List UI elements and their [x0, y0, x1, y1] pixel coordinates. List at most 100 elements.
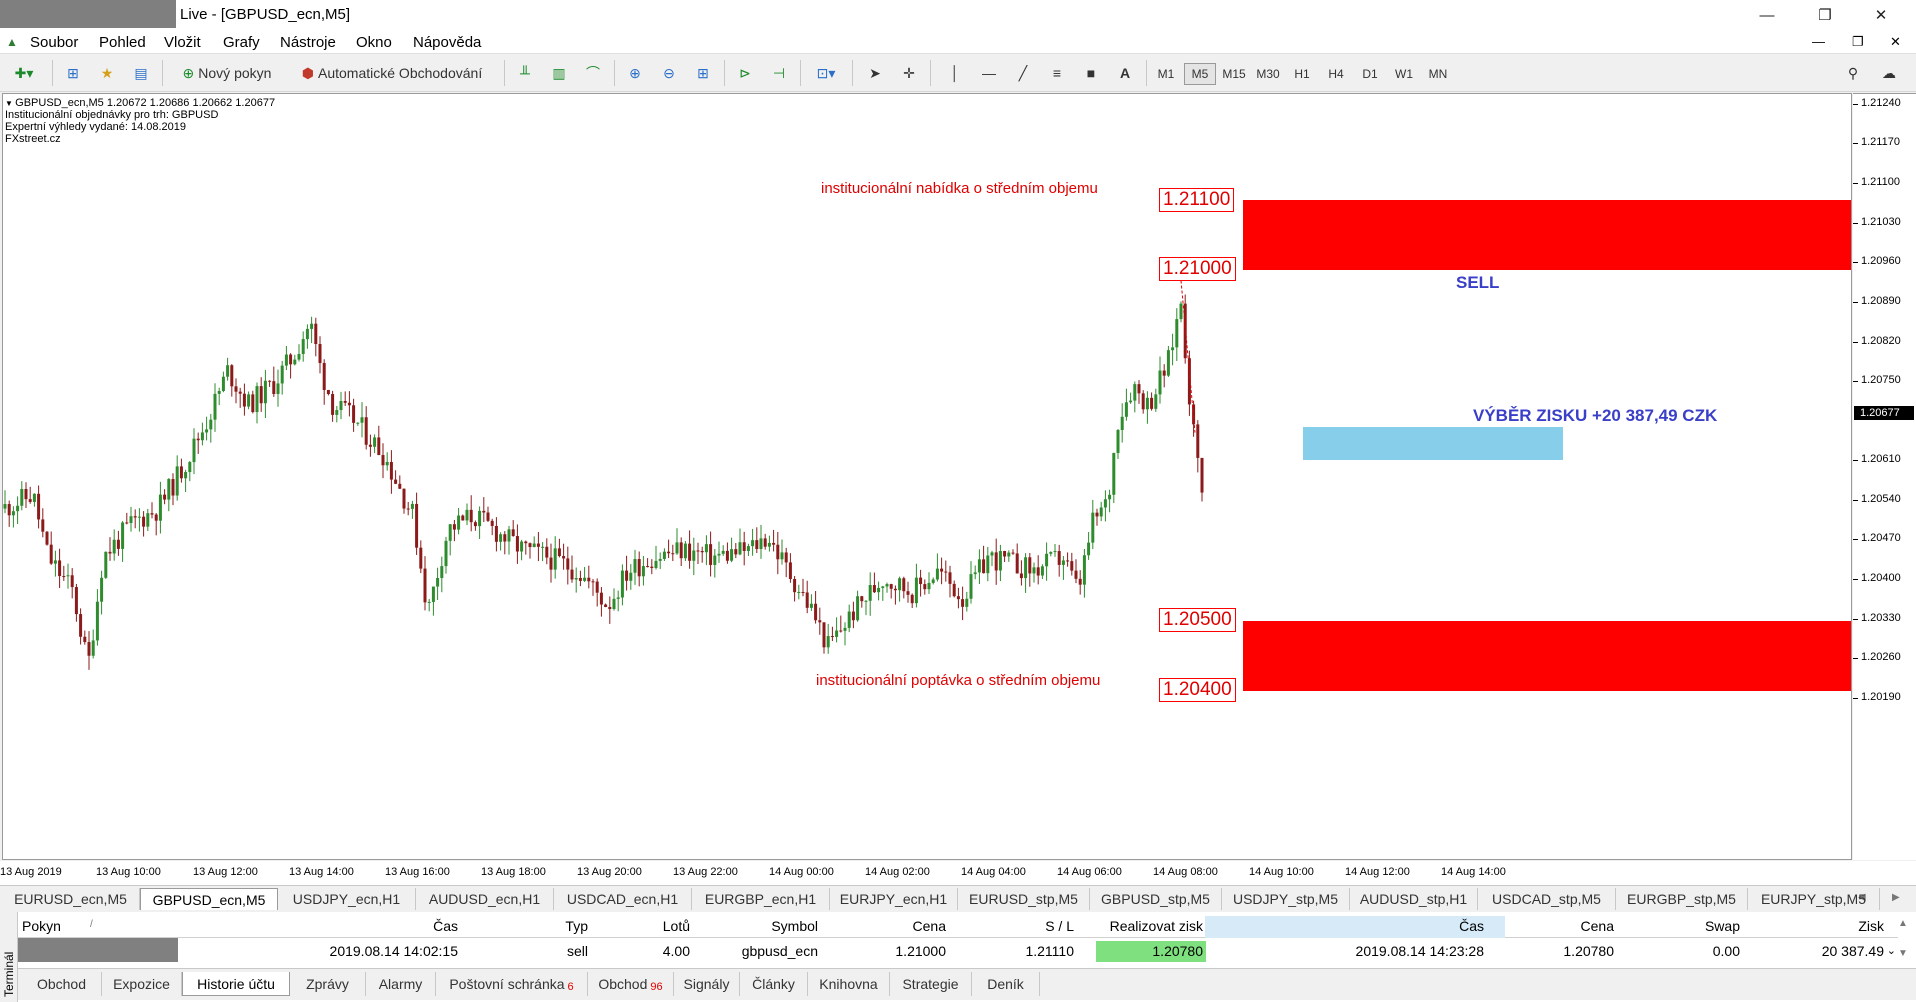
menu-nastroje[interactable]: Nástroje [280, 34, 336, 51]
app-menu-icon[interactable]: ▲ [6, 35, 18, 49]
bar-chart-icon[interactable]: ╨ [512, 61, 538, 85]
terminal-tab[interactable]: Zprávy [290, 972, 366, 996]
symbol-tab[interactable]: USDJPY_ecn,H1 [278, 888, 416, 910]
auto-trading-button[interactable]: ⬢ Automatické Obchodování [288, 61, 496, 85]
channel-icon[interactable]: ≡ [1044, 61, 1070, 85]
favorites-icon[interactable]: ★ [94, 61, 120, 85]
column-header[interactable]: Čas [433, 918, 458, 934]
chart-shift-icon[interactable]: ⊣ [766, 61, 792, 85]
symbol-tab[interactable]: USDCAD_stp,M5 [1478, 888, 1616, 910]
column-header[interactable]: Pokyn [22, 918, 61, 934]
minimize-button[interactable]: — [1744, 0, 1790, 30]
profiles-icon[interactable]: ⊞ [60, 61, 86, 85]
search-icon[interactable]: ⚲ [1840, 61, 1866, 85]
time-tick-label: 13 Aug 22:00 [673, 866, 738, 878]
column-header[interactable]: S / L [1045, 918, 1074, 934]
column-header[interactable]: Lotů [663, 918, 690, 934]
chat-icon[interactable]: ☁ [1876, 61, 1902, 85]
mdi-restore-icon[interactable]: ❐ [1852, 34, 1864, 50]
timeframe-m15[interactable]: M15 [1218, 63, 1250, 85]
symbol-tab[interactable]: USDJPY_stp,M5 [1222, 888, 1350, 910]
menu-okno[interactable]: Okno [356, 34, 392, 51]
terminal-tab[interactable]: Expozice [102, 972, 182, 996]
symbol-tab[interactable]: AUDUSD_ecn,H1 [416, 888, 554, 910]
timeframe-w1[interactable]: W1 [1388, 63, 1420, 85]
indicators-icon[interactable]: ⊡▾ [808, 61, 844, 85]
menu-pohled[interactable]: Pohled [99, 34, 146, 51]
new-chart-icon[interactable]: ✚▾ [6, 61, 42, 85]
terminal-tab[interactable]: Obchod [22, 972, 102, 996]
demand-bottom-level: 1.20400 [1159, 678, 1236, 702]
candlestick-icon[interactable]: ▥ [546, 61, 572, 85]
column-header[interactable]: Typ [565, 918, 588, 934]
terminal-tab[interactable]: Historie účtu [182, 972, 290, 996]
timeframe-h4[interactable]: H4 [1320, 63, 1352, 85]
new-order-button[interactable]: ⊕ Nový pokyn [170, 61, 284, 85]
terminal-tab[interactable]: Deník [972, 972, 1040, 996]
menu-grafy[interactable]: Grafy [223, 34, 260, 51]
terminal-tab[interactable]: Články [740, 972, 808, 996]
horizontal-line-icon[interactable]: — [976, 61, 1002, 85]
mdi-minimize-icon[interactable]: — [1812, 34, 1825, 49]
timeframe-m1[interactable]: M1 [1150, 63, 1182, 85]
trendline-icon[interactable]: ╱ [1010, 61, 1036, 85]
vertical-line-icon[interactable]: │ [942, 61, 968, 85]
tabs-scroll-right-icon[interactable]: ▶ [1892, 892, 1900, 903]
line-chart-icon[interactable]: ⌒ [580, 61, 606, 85]
timeframe-mn[interactable]: MN [1422, 63, 1454, 85]
menu-soubor[interactable]: Soubor [30, 34, 78, 51]
symbol-tab[interactable]: EURGBP_stp,M5 [1616, 888, 1748, 910]
time-tick-label: 14 Aug 02:00 [865, 866, 930, 878]
terminal-tab[interactable]: Poštovní schránka 6 [436, 972, 588, 996]
column-header[interactable]: Symbol [771, 918, 818, 934]
auto-scroll-icon[interactable]: ⊳ [732, 61, 758, 85]
table-row[interactable]: 2019.08.14 14:02:15 sell 4.00 gbpusd_ecn 1.2… [18, 940, 1898, 962]
symbol-tab[interactable]: EURGBP_ecn,H1 [692, 888, 830, 910]
zoom-out-icon[interactable]: ⊖ [656, 61, 682, 85]
tile-windows-icon[interactable]: ⊞ [690, 61, 716, 85]
candle-body [604, 604, 608, 607]
rectangle-icon[interactable]: ■ [1078, 61, 1104, 85]
scroll-down-icon[interactable]: ▼ [1898, 948, 1908, 959]
candle-body [751, 540, 755, 547]
close-button[interactable]: ✕ [1858, 0, 1904, 30]
terminal-tab[interactable]: Signály [674, 972, 740, 996]
symbol-tab[interactable]: EURUSD_ecn,M5 [2, 888, 140, 910]
symbol-tab[interactable]: EURJPY_ecn,H1 [830, 888, 958, 910]
symbol-tab[interactable]: EURUSD_stp,M5 [958, 888, 1090, 910]
navigator-icon[interactable]: ▤ [128, 61, 154, 85]
text-tool-icon[interactable]: A [1112, 61, 1138, 85]
crosshair-icon[interactable]: ✛ [896, 61, 922, 85]
sort-icon[interactable]: / [90, 919, 93, 930]
column-header[interactable]: Swap [1705, 918, 1740, 934]
terminal-tab[interactable]: Alarmy [366, 972, 436, 996]
symbol-tab[interactable]: GBPUSD_ecn,M5 [140, 888, 278, 910]
price-tick [1853, 658, 1858, 659]
terminal-tab[interactable]: Knihovna [808, 972, 890, 996]
column-header[interactable]: Zisk [1858, 918, 1884, 934]
symbol-tab[interactable]: EURJPY_stp,M5 [1748, 888, 1880, 910]
terminal-tab[interactable]: Strategie [890, 972, 972, 996]
timeframe-m5[interactable]: M5 [1184, 63, 1216, 85]
menu-vlozit[interactable]: Vložit [164, 34, 201, 51]
chart-area[interactable]: ▼ GBPUSD_ecn,M5 1.20672 1.20686 1.20662 … [2, 93, 1852, 860]
timeframe-m30[interactable]: M30 [1252, 63, 1284, 85]
timeframe-h1[interactable]: H1 [1286, 63, 1318, 85]
symbol-tab[interactable]: USDCAD_ecn,H1 [554, 888, 692, 910]
cursor-icon[interactable]: ➤ [862, 61, 888, 85]
scroll-up-icon[interactable]: ▲ [1898, 918, 1908, 929]
column-header[interactable]: Čas [1459, 918, 1484, 934]
maximize-button[interactable]: ❐ [1802, 0, 1848, 30]
menu-napoveda[interactable]: Nápověda [413, 34, 481, 51]
timeframe-d1[interactable]: D1 [1354, 63, 1386, 85]
mdi-close-icon[interactable]: ✕ [1890, 34, 1901, 50]
column-header[interactable]: Realizovat zisk [1110, 918, 1203, 934]
candle-body [356, 422, 360, 424]
zoom-in-icon[interactable]: ⊕ [622, 61, 648, 85]
symbol-tab[interactable]: AUDUSD_stp,H1 [1350, 888, 1478, 910]
row-dropdown-icon[interactable]: ⌄ [1887, 944, 1896, 957]
column-header[interactable]: Cena [1581, 918, 1614, 934]
symbol-tab[interactable]: GBPUSD_stp,M5 [1090, 888, 1222, 910]
column-header[interactable]: Cena [913, 918, 946, 934]
terminal-tab[interactable]: Obchod 96 [588, 972, 674, 996]
